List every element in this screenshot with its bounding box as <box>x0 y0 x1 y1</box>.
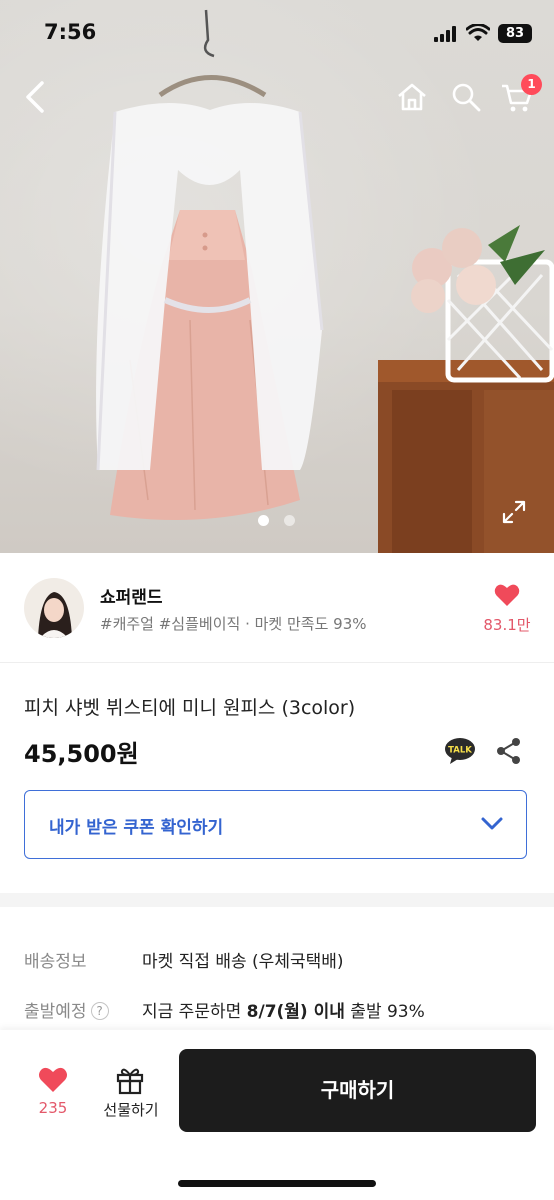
shipping-eta-label: 출발예정 <box>24 1002 87 1022</box>
pagination-dot <box>284 515 295 526</box>
heart-icon[interactable] <box>494 583 520 607</box>
shipping-method-value: 마켓 직접 배송 (우체국택배) <box>142 952 344 972</box>
product-title: 피치 샤벳 뷔스티에 미니 원피스 (3color) <box>24 697 356 719</box>
bottom-action-bar: 235 선물하기 구매하기 <box>0 1030 554 1200</box>
home-icon[interactable] <box>396 82 428 112</box>
svg-text:TALK: TALK <box>448 746 472 756</box>
battery-indicator: 83 <box>498 24 532 43</box>
like-count: 235 <box>38 1099 68 1117</box>
shop-tags: #캐주얼 #심플베이직 · 마켓 만족도 93% <box>100 615 367 633</box>
shop-avatar[interactable] <box>24 578 84 638</box>
shipping-method-label: 배송정보 <box>24 952 87 972</box>
coupon-check-button[interactable]: 내가 받은 쿠폰 확인하기 <box>24 790 527 859</box>
gift-icon[interactable] <box>115 1065 145 1095</box>
eta-date: 8/7(월) 이내 <box>246 1002 345 1022</box>
pagination-dot-active <box>258 515 269 526</box>
status-time: 7:56 <box>44 20 97 44</box>
section-divider <box>0 893 554 907</box>
product-price: 45,500원 <box>24 740 139 768</box>
shipping-eta-value: 지금 주문하면 8/7(월) 이내 출발 93% <box>142 997 425 1022</box>
help-icon[interactable]: ? <box>90 1002 109 1020</box>
wifi-icon <box>466 24 490 41</box>
cart-count-badge: 1 <box>521 74 542 95</box>
buy-button[interactable]: 구매하기 <box>179 1049 536 1132</box>
shop-info-row[interactable]: 쇼퍼랜드 #캐주얼 #심플베이직 · 마켓 만족도 93% 83.1만 <box>0 553 554 663</box>
home-indicator <box>178 1180 376 1187</box>
eta-suffix: 출발 93% <box>344 1002 425 1022</box>
cellular-signal-icon <box>434 26 456 42</box>
expand-icon[interactable] <box>502 500 526 524</box>
shipping-eta-label-wrap: 출발예정? <box>24 997 134 1022</box>
eta-prefix: 지금 주문하면 <box>142 1002 247 1022</box>
shop-like-count: 83.1만 <box>483 616 531 634</box>
kakao-talk-icon[interactable]: TALK <box>444 737 476 765</box>
gift-label[interactable]: 선물하기 <box>95 1099 167 1120</box>
heart-icon[interactable] <box>38 1066 68 1093</box>
share-icon[interactable] <box>496 737 522 765</box>
search-icon[interactable] <box>451 82 481 112</box>
shop-name[interactable]: 쇼퍼랜드 <box>100 583 163 608</box>
gallery-pagination <box>258 515 298 527</box>
chevron-left-icon[interactable] <box>24 80 46 114</box>
coupon-label: 내가 받은 쿠폰 확인하기 <box>49 818 224 838</box>
status-bar: 7:56 83 <box>0 0 554 66</box>
product-image-gallery[interactable]: 7:56 83 1 <box>0 0 554 553</box>
chevron-down-icon <box>481 817 503 830</box>
